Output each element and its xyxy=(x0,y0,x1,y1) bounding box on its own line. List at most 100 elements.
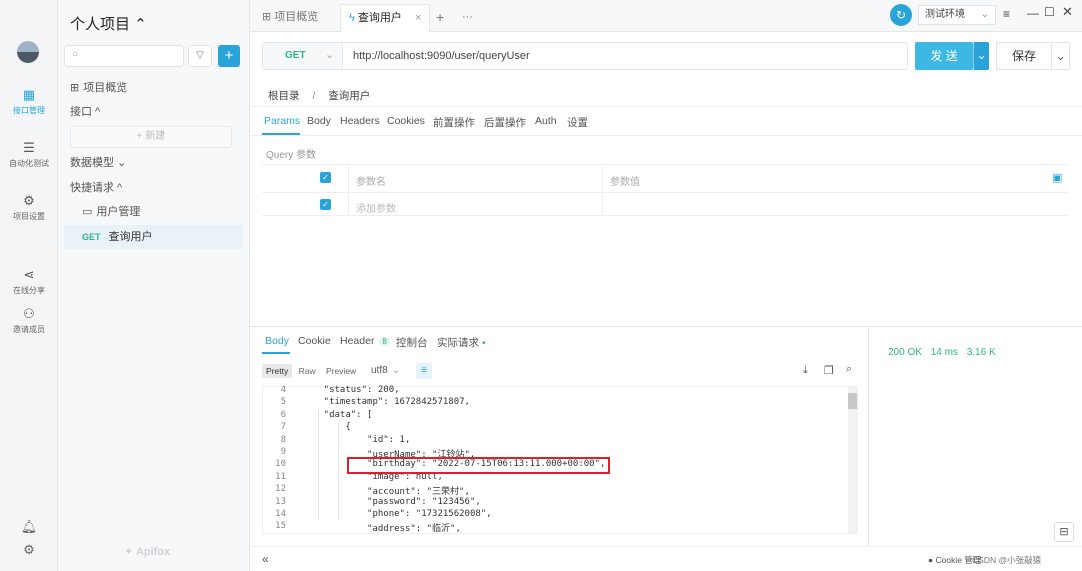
response-tab-body[interactable]: Body xyxy=(265,335,289,347)
tab-query-user[interactable]: ϟ 查询用户 × xyxy=(340,4,431,32)
tree-section-interface[interactable]: 接口 ^ xyxy=(64,100,243,124)
tab-pre-processors[interactable]: 前置操作 xyxy=(433,115,475,130)
notification-bell-icon[interactable]: 🔔︎ xyxy=(0,519,58,535)
tab-settings[interactable]: 设置 xyxy=(567,115,588,130)
close-icon[interactable]: × xyxy=(415,12,421,24)
tree-section-data-model[interactable]: 数据模型 ⌄ xyxy=(64,151,243,175)
chevron-down-icon: ⌄ xyxy=(976,48,987,62)
more-tabs-button[interactable]: ··· xyxy=(454,4,481,32)
tree-item-overview[interactable]: ⊞ 项目概览 xyxy=(64,76,243,100)
scrollbar-thumb[interactable] xyxy=(848,393,857,409)
status-dot-icon: • xyxy=(479,337,486,349)
tree-folder-user-management[interactable]: ▭ 用户管理 xyxy=(64,200,243,224)
header-count-badge: 8 xyxy=(379,337,390,346)
method-badge: GET xyxy=(82,232,101,242)
response-divider xyxy=(250,326,1082,327)
row-checkbox[interactable]: ✓ xyxy=(320,199,331,210)
watermark: CSDN @小张敲猿 xyxy=(972,555,1042,565)
chevron-down-icon: ⌄ xyxy=(391,365,401,376)
response-tab-console[interactable]: 控制台 xyxy=(396,335,428,350)
code-line: "password": "123456", xyxy=(302,496,481,507)
tab-overview[interactable]: ⊞ 项目概览 xyxy=(254,4,326,32)
apifox-logo-icon: ✦ xyxy=(124,546,136,558)
search-icon[interactable]: ⌕ xyxy=(846,363,852,376)
api-icon: ▦ xyxy=(22,87,36,102)
tab-body[interactable]: Body xyxy=(307,115,331,127)
wrap-toggle-icon[interactable]: ≡ xyxy=(416,363,432,379)
line-number: 6 xyxy=(280,409,286,420)
add-button[interactable]: + xyxy=(218,45,240,67)
tab-params[interactable]: Params xyxy=(264,115,300,127)
test-icon: ☰ xyxy=(23,140,35,155)
line-number: 12 xyxy=(275,484,286,495)
filter-button[interactable]: ▽ xyxy=(188,45,212,67)
tree-item-query-user[interactable]: GET 查询用户 xyxy=(64,225,243,249)
apifox-logo: ✦ Apifox xyxy=(124,546,171,558)
send-options-button[interactable]: ⌄ xyxy=(973,42,989,70)
tree-section-quick-request[interactable]: 快捷请求 ^ xyxy=(64,176,243,200)
bulk-edit-icon[interactable]: ▣ xyxy=(1052,171,1062,184)
tab-auth[interactable]: Auth xyxy=(535,115,557,127)
view-preview[interactable]: Preview xyxy=(322,364,360,378)
method-select[interactable]: GET ⌄ xyxy=(263,43,343,69)
tab-cookies[interactable]: Cookies xyxy=(387,115,425,127)
window-close-icon[interactable]: ✕ xyxy=(1062,4,1073,20)
view-raw[interactable]: Raw xyxy=(295,364,320,378)
new-interface-button[interactable]: + 新建 xyxy=(70,126,232,148)
project-title[interactable]: 个人项目 ⌃ xyxy=(70,13,147,34)
line-number: 7 xyxy=(280,422,286,433)
response-tab-actual-request[interactable]: 实际请求 • xyxy=(437,335,486,350)
query-params-title: Query 参数 xyxy=(266,150,317,161)
response-tab-header[interactable]: Header 8 xyxy=(340,335,390,347)
view-pretty[interactable]: Pretty xyxy=(262,364,293,378)
download-icon[interactable]: ⤓ xyxy=(803,364,808,377)
divider xyxy=(250,135,1082,136)
copy-icon[interactable]: ❐ xyxy=(824,364,834,377)
response-panel-split xyxy=(868,326,869,546)
avatar[interactable] xyxy=(17,41,39,63)
code-line: "data": [ xyxy=(302,409,373,420)
encoding-select[interactable]: utf8 ⌄ xyxy=(371,365,400,376)
new-tab-button[interactable]: + xyxy=(428,4,452,32)
send-button[interactable]: 发 送 xyxy=(915,42,973,70)
tab-headers[interactable]: Headers xyxy=(340,115,380,127)
project-panel: 个人项目 ⌃ ○ ▽ + ⊞ 项目概览 接口 ^ + 新建 数据模型 ⌄ 快捷请求… xyxy=(58,0,250,571)
layout-toggle-icon[interactable]: ⊟ xyxy=(1054,522,1074,542)
rail-item-api[interactable]: ▦ 接口管理 xyxy=(0,88,58,116)
grid-icon: ⊞ xyxy=(70,82,80,94)
response-tab-cookie[interactable]: Cookie xyxy=(298,335,331,347)
divider xyxy=(250,106,1082,107)
save-button[interactable]: 保存 xyxy=(996,42,1052,70)
rail-item-invite[interactable]: ⚇ 邀请成员 xyxy=(0,307,58,335)
minimize-icon[interactable]: — xyxy=(1027,6,1039,20)
lightning-icon: ϟ xyxy=(349,12,358,24)
share-icon: ⋖ xyxy=(23,267,35,282)
rail-item-share[interactable]: ⋖ 在线分享 xyxy=(0,268,58,296)
collapse-icon[interactable]: « xyxy=(262,552,269,566)
line-number: 10 xyxy=(275,459,286,470)
url-input[interactable]: http://localhost:9090/user/queryUser xyxy=(353,50,530,62)
environment-select[interactable]: 测试环境 ⌄ xyxy=(918,5,996,25)
line-number: 15 xyxy=(275,521,286,532)
line-number: 13 xyxy=(275,496,286,507)
invite-icon: ⚇ xyxy=(23,306,35,321)
save-options-button[interactable]: ⌄ xyxy=(1052,42,1070,70)
indent-guide xyxy=(338,422,339,520)
line-number: 9 xyxy=(280,447,286,457)
add-param-input[interactable]: 添加参数 xyxy=(356,200,396,215)
header-checkbox[interactable]: ✓ xyxy=(320,172,331,183)
maximize-icon[interactable]: ☐ xyxy=(1044,5,1055,19)
sync-button[interactable]: ↻ xyxy=(890,4,912,26)
rail-item-test[interactable]: ☰ 自动化测试 xyxy=(0,141,58,169)
cookie-icon: ● xyxy=(928,555,936,565)
gear-icon[interactable]: ⚙ xyxy=(0,542,58,558)
menu-icon[interactable]: ≡ xyxy=(1003,7,1010,21)
tab-post-processors[interactable]: 后置操作 xyxy=(484,115,526,130)
folder-icon: ▭ xyxy=(82,206,93,218)
search-input[interactable]: ○ xyxy=(64,45,184,67)
code-line: "status": 200, xyxy=(302,385,400,395)
rail-item-settings[interactable]: ⚙ 项目设置 xyxy=(0,194,58,222)
code-line: { xyxy=(302,422,351,433)
chevron-down-icon: ⌄ xyxy=(325,49,335,61)
highlight-box xyxy=(347,457,610,474)
